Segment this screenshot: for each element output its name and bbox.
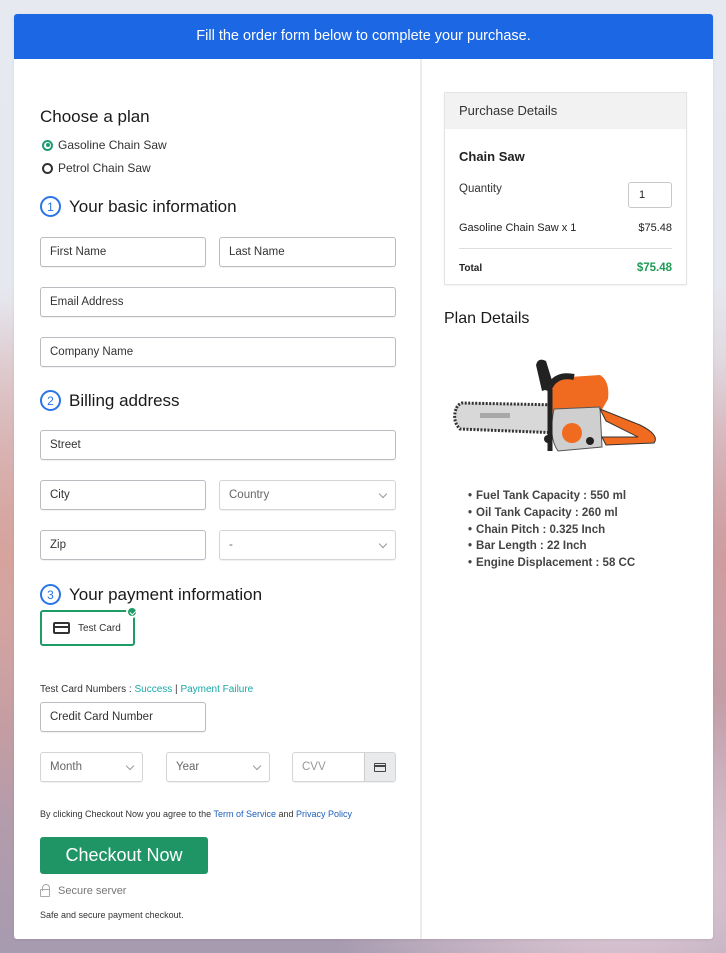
privacy-link[interactable]: Privacy Policy bbox=[296, 809, 352, 819]
select-value: Month bbox=[50, 761, 82, 773]
spec-item: Bar Length : 22 Inch bbox=[468, 540, 635, 557]
checkout-button[interactable]: Checkout Now bbox=[40, 837, 208, 874]
lock-icon bbox=[40, 884, 50, 897]
country-select[interactable]: Country bbox=[219, 480, 396, 510]
cvv-help-button[interactable] bbox=[364, 753, 395, 781]
agreement-middle: and bbox=[275, 809, 296, 819]
quantity-input[interactable]: 1 bbox=[628, 182, 672, 208]
spec-item: Fuel Tank Capacity : 550 ml bbox=[468, 490, 635, 507]
state-select[interactable]: - bbox=[219, 530, 396, 560]
agreement-prefix: By clicking Checkout Now you agree to th… bbox=[40, 809, 214, 819]
select-value: Year bbox=[176, 761, 200, 773]
product-name: Chain Saw bbox=[459, 149, 525, 164]
checkout-card: Fill the order form below to complete yo… bbox=[14, 14, 713, 939]
cvv-placeholder: CVV bbox=[302, 761, 326, 773]
section-title: Billing address bbox=[69, 390, 180, 410]
test-card-label: Test Card Numbers : bbox=[40, 684, 135, 695]
step-number-icon: 2 bbox=[40, 390, 61, 411]
payment-method-test-card[interactable]: Test Card bbox=[40, 606, 138, 646]
chevron-down-icon bbox=[378, 539, 388, 549]
terms-link[interactable]: Term of Service bbox=[213, 809, 276, 819]
last-name-input[interactable]: Last Name bbox=[219, 237, 396, 267]
section-title: Your payment information bbox=[69, 584, 263, 604]
payment-heading: 3 Your payment information bbox=[40, 584, 262, 605]
success-link[interactable]: Success bbox=[134, 684, 172, 695]
safe-checkout-text: Safe and secure payment checkout. bbox=[40, 910, 184, 920]
divider bbox=[459, 248, 672, 249]
plan-option-petrol[interactable]: Petrol Chain Saw bbox=[42, 161, 151, 175]
plan-option-label: Petrol Chain Saw bbox=[58, 161, 151, 175]
year-select[interactable]: Year bbox=[166, 752, 270, 782]
agreement-text: By clicking Checkout Now you agree to th… bbox=[40, 809, 352, 819]
credit-card-icon bbox=[374, 762, 386, 772]
select-value: - bbox=[229, 539, 233, 551]
email-input[interactable]: Email Address bbox=[40, 287, 396, 317]
basic-info-heading: 1 Your basic information bbox=[40, 196, 237, 217]
step-number-icon: 1 bbox=[40, 196, 61, 217]
payment-method-label: Test Card bbox=[78, 622, 121, 634]
spec-item: Oil Tank Capacity : 260 ml bbox=[468, 507, 635, 524]
payment-failure-link[interactable]: Payment Failure bbox=[180, 684, 253, 695]
line-item-price: $75.48 bbox=[638, 222, 672, 234]
secure-server-label: Secure server bbox=[58, 885, 127, 897]
month-select[interactable]: Month bbox=[40, 752, 143, 782]
cvv-input[interactable]: CVV bbox=[292, 752, 396, 782]
line-item-label: Gasoline Chain Saw x 1 bbox=[459, 222, 577, 234]
credit-card-icon bbox=[53, 622, 70, 634]
zip-input[interactable]: Zip bbox=[40, 530, 206, 560]
top-banner: Fill the order form below to complete yo… bbox=[14, 14, 713, 59]
billing-heading: 2 Billing address bbox=[40, 390, 180, 411]
purchase-details-heading: Purchase Details bbox=[445, 93, 686, 129]
step-number-icon: 3 bbox=[40, 584, 61, 605]
spec-item: Chain Pitch : 0.325 Inch bbox=[468, 524, 635, 541]
first-name-input[interactable]: First Name bbox=[40, 237, 206, 267]
spec-item: Engine Displacement : 58 CC bbox=[468, 557, 635, 574]
total-value: $75.48 bbox=[636, 262, 672, 274]
street-input[interactable]: Street bbox=[40, 430, 396, 460]
check-circle-icon bbox=[126, 606, 138, 618]
chevron-down-icon bbox=[252, 761, 262, 771]
order-form: Choose a plan Gasoline Chain Saw Petrol … bbox=[14, 59, 422, 939]
plan-specs-list: Fuel Tank Capacity : 550 ml Oil Tank Cap… bbox=[468, 490, 635, 574]
quantity-label: Quantity bbox=[459, 183, 502, 195]
city-input[interactable]: City bbox=[40, 480, 206, 510]
chainsaw-image bbox=[453, 359, 656, 452]
secure-server: Secure server bbox=[40, 884, 127, 897]
plan-details-heading: Plan Details bbox=[444, 310, 530, 327]
chevron-down-icon bbox=[125, 761, 135, 771]
company-input[interactable]: Company Name bbox=[40, 337, 396, 367]
radio-unselected-icon[interactable] bbox=[42, 162, 53, 174]
chevron-down-icon bbox=[378, 489, 388, 499]
purchase-details: Purchase Details Chain Saw Quantity 1 Ga… bbox=[444, 92, 687, 285]
choose-plan-heading: Choose a plan bbox=[40, 107, 150, 126]
select-value: Country bbox=[229, 489, 270, 501]
section-title: Your basic information bbox=[69, 196, 237, 216]
card-number-input[interactable]: Credit Card Number bbox=[40, 702, 206, 732]
total-label: Total bbox=[459, 263, 483, 274]
plan-option-gasoline[interactable]: Gasoline Chain Saw bbox=[42, 138, 167, 152]
summary-panel: Purchase Details Chain Saw Quantity 1 Ga… bbox=[424, 59, 713, 939]
test-card-numbers: Test Card Numbers : Success | Payment Fa… bbox=[40, 684, 253, 695]
plan-option-label: Gasoline Chain Saw bbox=[58, 138, 167, 152]
radio-selected-icon[interactable] bbox=[42, 139, 53, 151]
